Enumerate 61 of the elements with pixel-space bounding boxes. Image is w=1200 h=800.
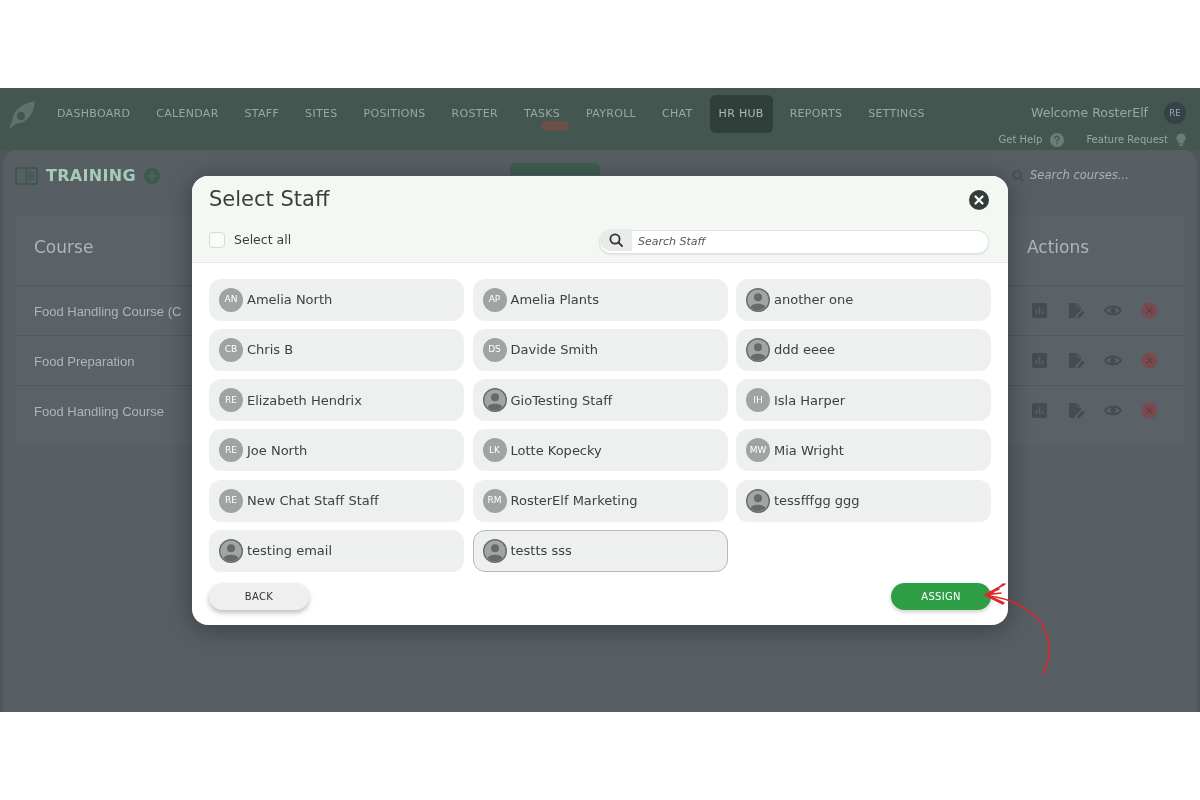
user-silhouette-icon (746, 288, 770, 312)
staff-option[interactable]: DS Davide Smith (472, 329, 728, 372)
staff-option[interactable]: AN Amelia North (209, 279, 464, 321)
welcome-text: Welcome RosterElf (1031, 103, 1148, 122)
page-title: TRAINING (46, 164, 136, 187)
staff-option[interactable]: AP Amelia Plants (472, 279, 728, 321)
delete-icon[interactable] (1141, 352, 1158, 369)
delete-icon[interactable] (1141, 302, 1158, 319)
initials-avatar: RM (482, 488, 507, 513)
search-icon (600, 229, 632, 251)
column-header: Course (34, 237, 94, 257)
delete-icon[interactable] (1141, 402, 1158, 419)
lightbulb-icon (1176, 133, 1186, 146)
add-icon[interactable] (143, 167, 160, 184)
staff-option[interactable]: RE Joe North (209, 429, 464, 472)
initials-avatar: IH (746, 388, 770, 413)
initials-avatar: CB (219, 338, 243, 363)
select-all-checkbox[interactable] (209, 232, 225, 248)
user-avatar[interactable]: RE (1164, 102, 1186, 124)
user-silhouette-icon (482, 538, 507, 563)
user-silhouette-icon (746, 488, 770, 513)
staff-option[interactable]: GioTesting Staff (472, 379, 728, 422)
book-icon (15, 166, 38, 185)
table-cell: Food Handling Course (C (34, 303, 182, 319)
staff-option[interactable]: CB Chris B (209, 329, 464, 372)
help-icon (1050, 132, 1065, 147)
staff-option[interactable]: another one (736, 279, 991, 321)
column-header: Actions (1027, 237, 1090, 257)
nav-link[interactable]: HR HUB (709, 95, 773, 133)
user-silhouette-icon (219, 538, 243, 563)
dialog-title: Select Staff (209, 187, 330, 213)
user-silhouette-icon (746, 338, 770, 363)
initials-avatar: RE (219, 388, 243, 413)
staff-option[interactable]: testing email (209, 529, 464, 572)
select-all-label: Select all (234, 230, 292, 249)
initials-avatar: AP (482, 288, 507, 312)
staff-option[interactable]: IH Isla Harper (736, 379, 991, 422)
active-tab[interactable] (510, 163, 600, 175)
leaf-logo-icon[interactable] (8, 100, 36, 130)
close-icon (969, 190, 989, 210)
back-button[interactable]: BACK (209, 583, 309, 610)
table-cell: Food Handling Course (34, 403, 165, 419)
search-field[interactable]: Search Staff (599, 229, 989, 254)
initials-avatar: DS (482, 338, 507, 363)
staff-option[interactable]: RE New Chat Staff Staff (209, 479, 464, 522)
initials-avatar: AN (219, 288, 243, 312)
staff-option[interactable]: RM RosterElf Marketing (472, 479, 728, 522)
close-button[interactable] (969, 190, 989, 210)
staff-option[interactable]: MW Mia Wright (736, 429, 991, 472)
initials-avatar: LK (482, 438, 507, 463)
staff-option[interactable]: LK Lotte Kopecky (472, 429, 728, 472)
user-silhouette-icon (482, 388, 507, 413)
initials-avatar: RE (219, 488, 243, 513)
initials-avatar: MW (746, 438, 770, 463)
staff-option[interactable]: RE Elizabeth Hendrix (209, 379, 464, 422)
table-cell: Food Preparation (34, 353, 135, 369)
staff-option[interactable]: testts sss (472, 529, 728, 572)
staff-option[interactable]: ddd eeee (736, 329, 991, 372)
staff-option[interactable]: tessfffgg ggg (736, 479, 991, 522)
initials-avatar: RE (219, 438, 243, 463)
search-field[interactable]: Search courses... (1030, 166, 1180, 185)
